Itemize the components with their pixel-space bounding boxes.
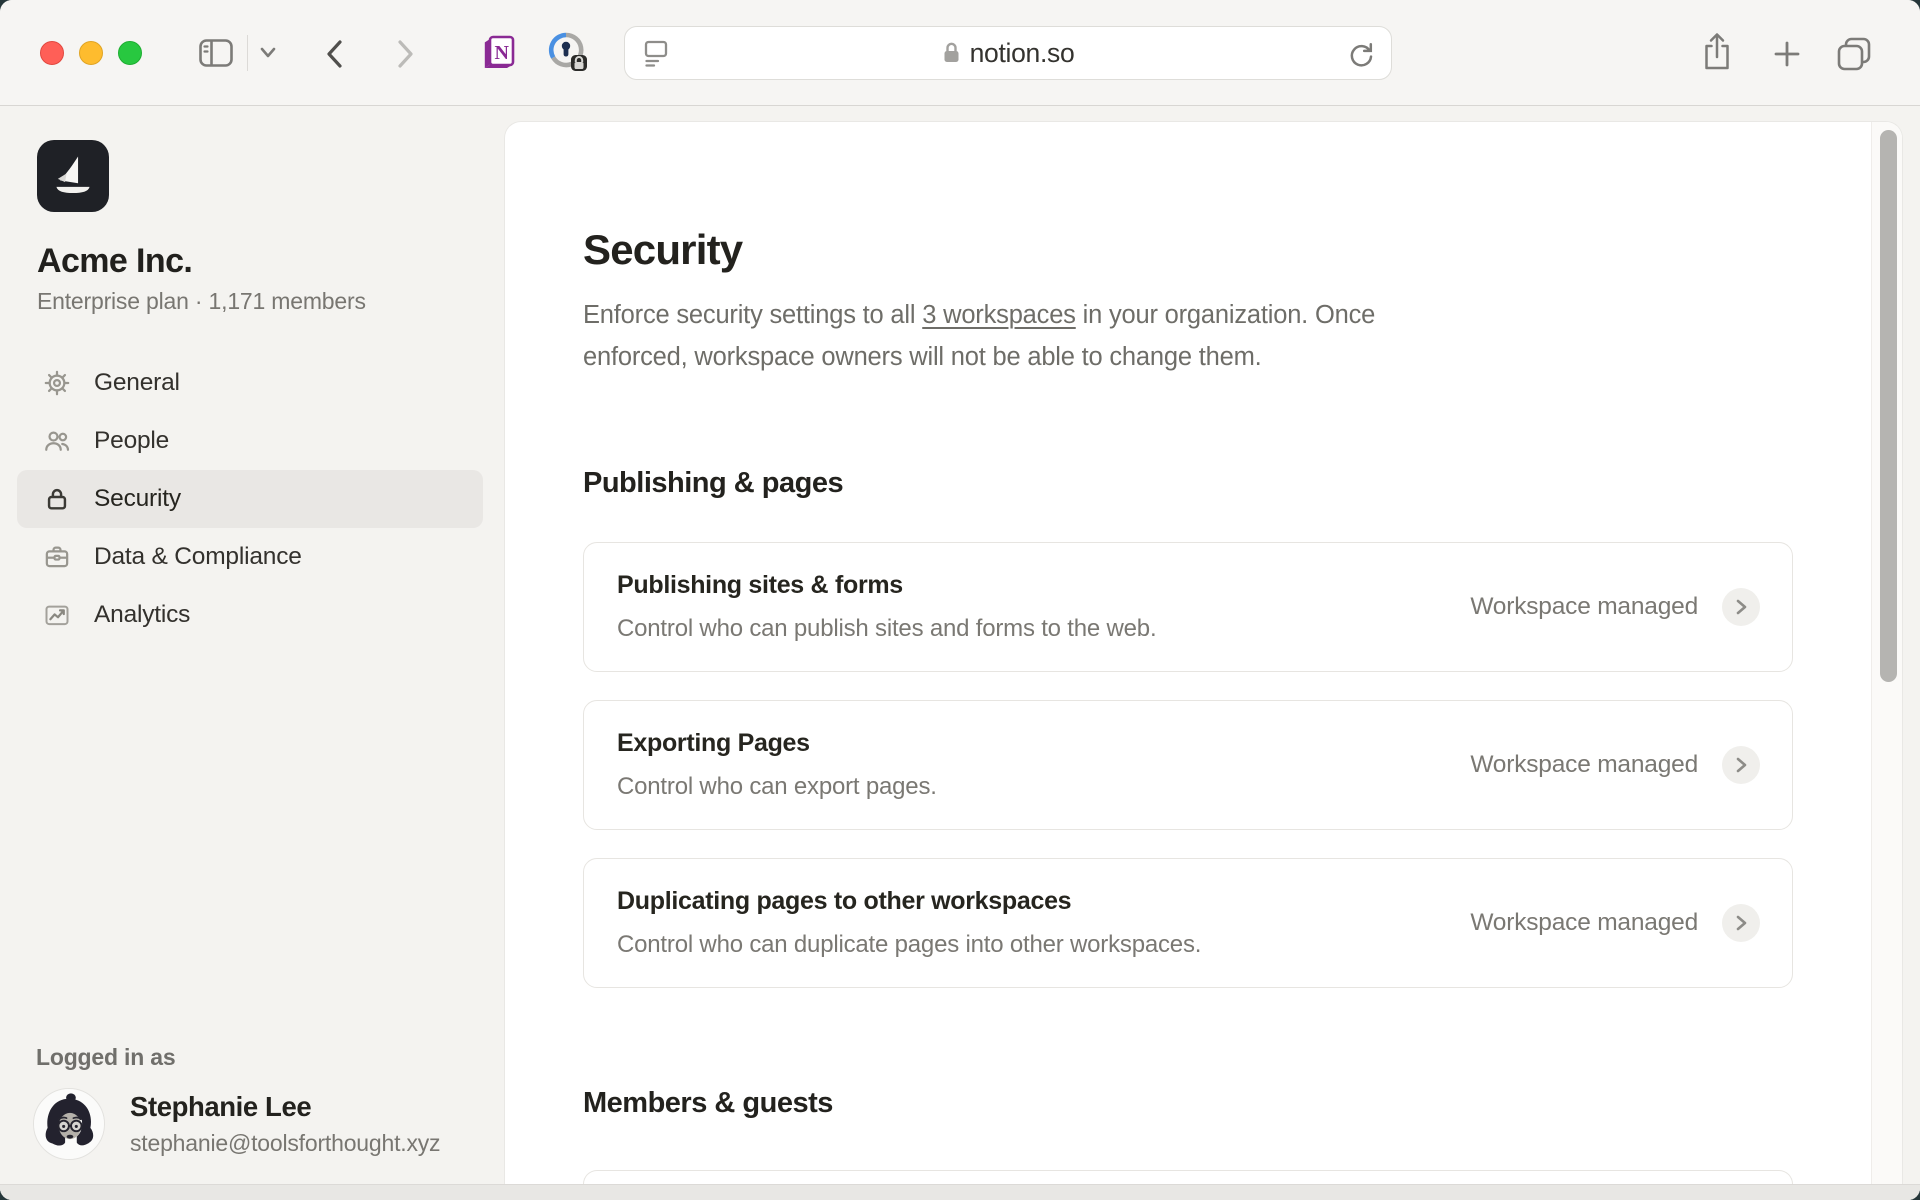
chevron-down-icon (256, 43, 280, 63)
forward-button[interactable] (392, 37, 418, 71)
sidebar-item-security[interactable]: Security (17, 470, 483, 528)
setting-card-partial[interactable] (583, 1170, 1793, 1184)
browser-toolbar: N notion.so (0, 0, 1920, 106)
trend-chart-icon (43, 601, 71, 629)
settings-main-panel: Security Enforce security settings to al… (505, 122, 1902, 1184)
security-settings-page: Security Enforce security settings to al… (505, 122, 1902, 1184)
scrollbar-thumb[interactable] (1880, 130, 1897, 682)
tab-overview-icon (1834, 35, 1874, 73)
open-setting-button[interactable] (1722, 588, 1760, 626)
sidebar-toggle-button[interactable] (196, 33, 236, 73)
minimize-window-button[interactable] (79, 41, 103, 65)
card-text: Exporting Pages Control who can export p… (617, 729, 1470, 801)
new-tab-button[interactable] (1773, 40, 1801, 68)
sidebar-item-analytics[interactable]: Analytics (17, 586, 483, 644)
window-bottom-edge (0, 1184, 1920, 1200)
url-display: notion.so (625, 27, 1391, 79)
share-icon (1698, 30, 1736, 76)
svg-text:N: N (495, 42, 510, 64)
sidebar-item-label: Analytics (94, 601, 190, 629)
toolbar-divider (247, 35, 248, 71)
fullscreen-window-button[interactable] (118, 41, 142, 65)
open-setting-button[interactable] (1722, 746, 1760, 784)
description-text: Enforce security settings to all (583, 301, 922, 329)
description-text: in your organization. Once (1076, 301, 1375, 329)
notion-extension-button[interactable]: N (480, 32, 520, 74)
card-controls: Workspace managed (1470, 746, 1760, 784)
status-label: Workspace managed (1470, 593, 1698, 621)
card-text: Publishing sites & forms Control who can… (617, 571, 1470, 643)
page-description: Enforce security settings to all 3 works… (583, 294, 1643, 378)
workspace-name: Acme Inc. (37, 242, 505, 281)
sidebar-item-label: Security (94, 485, 181, 513)
sidebar-item-label: Data & Compliance (94, 543, 302, 571)
card-description: Control who can publish sites and forms … (617, 615, 1470, 643)
briefcase-icon (43, 543, 71, 571)
share-button[interactable] (1698, 30, 1736, 76)
onepassword-extension-button[interactable] (547, 31, 589, 75)
user-email: stephanie@toolsforthought.xyz (130, 1130, 440, 1157)
card-title: Duplicating pages to other workspaces (617, 887, 1470, 915)
card-description: Control who can export pages. (617, 773, 1470, 801)
card-title: Exporting Pages (617, 729, 1470, 757)
reload-button[interactable] (1345, 38, 1377, 70)
workspaces-link[interactable]: 3 workspaces (922, 301, 1076, 329)
chevron-right-icon (1734, 914, 1748, 932)
forward-icon (392, 37, 418, 71)
logged-in-as-label: Logged in as (36, 1044, 175, 1071)
reload-icon (1345, 38, 1377, 70)
user-avatar[interactable] (33, 1088, 105, 1160)
scrollbar-track[interactable] (1871, 122, 1902, 1184)
page-settings-icon (641, 36, 671, 70)
section-heading-publishing: Publishing & pages (583, 465, 1793, 501)
open-setting-button[interactable] (1722, 904, 1760, 942)
lock-icon (43, 485, 71, 513)
url-text: notion.so (970, 38, 1075, 69)
user-name: Stephanie Lee (130, 1091, 311, 1123)
safari-window: N notion.so (0, 0, 1920, 1200)
sidebar-item-label: General (94, 369, 180, 397)
gear-icon (43, 369, 71, 397)
settings-sidebar: Acme Inc. Enterprise plan · 1,171 member… (0, 107, 505, 1184)
lock-icon (942, 41, 961, 65)
section-heading-members: Members & guests (583, 1085, 1793, 1121)
page-title: Security (583, 224, 1793, 276)
chevron-right-icon (1734, 756, 1748, 774)
status-label: Workspace managed (1470, 909, 1698, 937)
back-button[interactable] (322, 37, 348, 71)
page-content: Acme Inc. Enterprise plan · 1,171 member… (0, 107, 1920, 1200)
sidebar-item-people[interactable]: People (17, 412, 483, 470)
card-controls: Workspace managed (1470, 904, 1760, 942)
onepassword-extension-icon (547, 31, 589, 75)
traffic-lights (40, 41, 142, 65)
status-label: Workspace managed (1470, 751, 1698, 779)
sidebar-item-data-compliance[interactable]: Data & Compliance (17, 528, 483, 586)
sidebar-toggle-icon (196, 33, 236, 73)
plus-icon (1773, 40, 1801, 68)
workspace-logo (37, 140, 109, 212)
description-text: enforced, workspace owners will not be a… (583, 343, 1262, 371)
chevron-right-icon (1734, 598, 1748, 616)
card-description: Control who can duplicate pages into oth… (617, 931, 1470, 959)
people-icon (43, 427, 71, 455)
setting-card-exporting-pages[interactable]: Exporting Pages Control who can export p… (583, 700, 1793, 830)
back-icon (322, 37, 348, 71)
close-window-button[interactable] (40, 41, 64, 65)
notion-extension-icon: N (480, 32, 520, 74)
sidebar-item-label: People (94, 427, 169, 455)
card-controls: Workspace managed (1470, 588, 1760, 626)
setting-card-publishing-sites[interactable]: Publishing sites & forms Control who can… (583, 542, 1793, 672)
sailboat-icon (47, 150, 99, 202)
card-title: Publishing sites & forms (617, 571, 1470, 599)
setting-card-duplicating-pages[interactable]: Duplicating pages to other workspaces Co… (583, 858, 1793, 988)
sidebar-menu-chevron-button[interactable] (256, 43, 280, 63)
card-text: Duplicating pages to other workspaces Co… (617, 887, 1470, 959)
avatar-illustration (34, 1089, 104, 1159)
page-settings-button[interactable] (641, 36, 671, 70)
tab-overview-button[interactable] (1834, 35, 1874, 73)
workspace-meta: Enterprise plan · 1,171 members (37, 288, 505, 315)
sidebar-item-general[interactable]: General (17, 354, 483, 412)
sidebar-nav: General People Security (17, 354, 483, 644)
address-bar[interactable]: notion.so (624, 26, 1392, 80)
